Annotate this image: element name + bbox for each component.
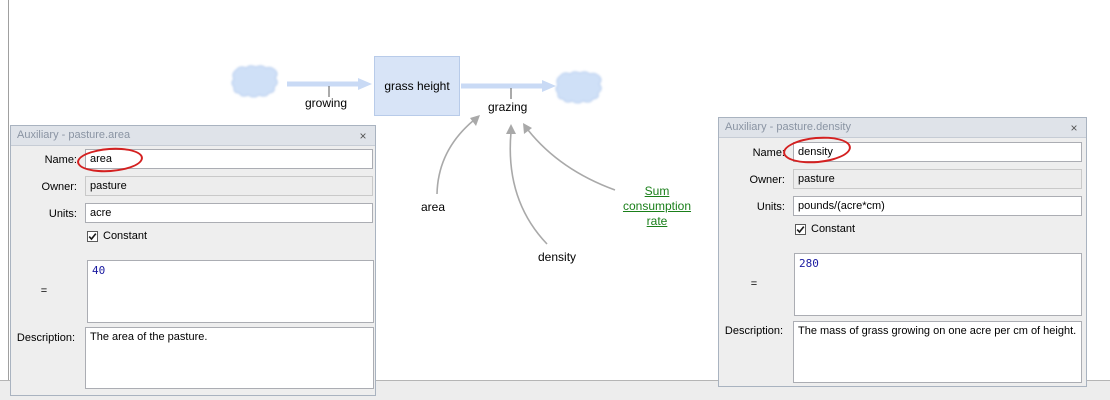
stock-label: grass height: [384, 79, 450, 93]
model-canvas[interactable]: grass height growing grazing area densit…: [0, 0, 1110, 400]
connector-density-grazing[interactable]: [506, 124, 548, 245]
description-label: Description:: [16, 332, 75, 344]
source-cloud-icon: [231, 65, 278, 98]
owner-label: Owner:: [41, 181, 77, 193]
equation-editor[interactable]: 280: [794, 253, 1082, 316]
stock-grass-height[interactable]: grass height: [374, 56, 460, 116]
variable-density[interactable]: density: [538, 250, 576, 264]
constant-checkbox[interactable]: [795, 224, 806, 235]
description-field[interactable]: The area of the pasture.: [85, 327, 374, 389]
units-label: Units:: [48, 208, 77, 220]
owner-field: pasture: [793, 169, 1082, 189]
sink-cloud-icon: [555, 71, 602, 104]
variable-area[interactable]: area: [421, 200, 445, 214]
sum-line-1: Sum: [644, 184, 670, 198]
dialog-title[interactable]: Auxiliary - pasture.density: [719, 118, 1086, 138]
equals-label: =: [40, 285, 48, 297]
owner-field: pasture: [85, 176, 373, 196]
dialog-title[interactable]: Auxiliary - pasture.area: [11, 126, 375, 146]
auxiliary-dialog-density[interactable]: Auxiliary - pasture.density × Name: dens…: [718, 117, 1087, 387]
inflow-pipe[interactable]: [287, 78, 372, 97]
flow-label-growing[interactable]: growing: [305, 96, 347, 110]
units-field[interactable]: pounds/(acre*cm): [793, 196, 1082, 216]
checkmark-icon: [796, 226, 805, 234]
outflow-pipe[interactable]: [461, 80, 556, 99]
checkmark-icon: [88, 233, 97, 241]
equals-label: =: [750, 278, 758, 290]
variable-sum-consumption-rate[interactable]: Sum consumption rate: [614, 184, 700, 229]
equation-editor[interactable]: 40: [87, 260, 374, 323]
close-icon[interactable]: ×: [357, 127, 369, 145]
description-label: Description:: [724, 325, 783, 337]
name-label: Name:: [44, 154, 77, 166]
description-field[interactable]: The mass of grass growing on one acre pe…: [793, 321, 1082, 383]
units-field[interactable]: acre: [85, 203, 373, 223]
close-icon[interactable]: ×: [1068, 119, 1080, 137]
flow-label-grazing[interactable]: grazing: [488, 100, 527, 114]
constant-label[interactable]: Constant: [811, 223, 855, 235]
constant-label[interactable]: Constant: [103, 230, 147, 242]
auxiliary-dialog-area[interactable]: Auxiliary - pasture.area × Name: area Ow…: [10, 125, 376, 396]
sum-line-3: rate: [646, 214, 668, 228]
owner-label: Owner:: [749, 174, 785, 186]
connector-area-grazing[interactable]: [436, 115, 480, 195]
name-label: Name:: [752, 147, 785, 159]
units-label: Units:: [756, 201, 785, 213]
constant-checkbox[interactable]: [87, 231, 98, 242]
connector-sum-grazing[interactable]: [523, 123, 616, 191]
sum-line-2: consumption: [622, 199, 692, 213]
